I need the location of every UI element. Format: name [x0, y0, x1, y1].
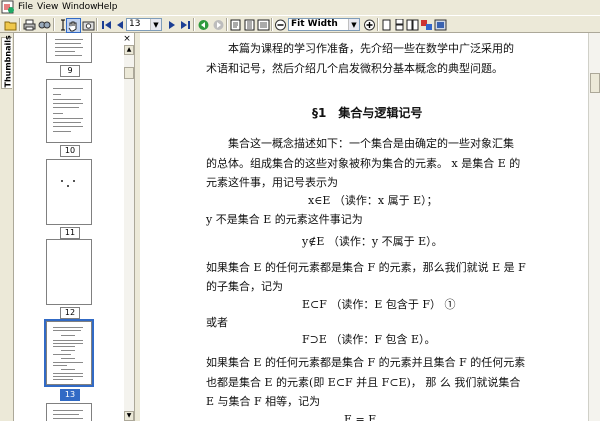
- scroll-up-icon[interactable]: ▲: [124, 45, 134, 55]
- menu-view[interactable]: View: [35, 1, 60, 14]
- paragraph-line: 的总体。组成集合的这些对象被称为集合的元素。 x 是集合 E 的: [206, 157, 521, 170]
- thumbnails-scroll-thumb[interactable]: [124, 67, 134, 79]
- thumbnail-page-10[interactable]: [46, 79, 92, 143]
- continuous-icon[interactable]: [392, 18, 406, 31]
- zoom-select[interactable]: Fit Width ▼: [288, 18, 360, 31]
- thumbnail-page-14[interactable]: [46, 403, 92, 421]
- formula-line: E = F: [344, 413, 376, 421]
- formula-line: F⊃E （读作：F 包含 E）。: [302, 333, 436, 346]
- open-icon[interactable]: [3, 18, 17, 31]
- formula-line: x∈E （读作：x 属于 E）；: [308, 194, 438, 207]
- thumbnails-panel: × 9 10 11 12 13 ▲ ▼: [14, 33, 134, 421]
- side-tab-strip: Thumbnails: [0, 33, 14, 421]
- app-icon: [1, 0, 15, 14]
- scroll-down-icon[interactable]: ▼: [124, 411, 134, 421]
- formula-line: y∉E （读作：y 不属于 E）。: [302, 235, 443, 248]
- paragraph-line: 或者: [206, 316, 228, 329]
- toolbar-separator: [96, 18, 98, 31]
- intro-line-2: 术语和记号，然后介绍几个启发微积分基本概念的典型问题。: [206, 62, 503, 75]
- thumbnail-page-12[interactable]: [46, 239, 92, 305]
- menu-file[interactable]: File: [16, 1, 35, 14]
- thumbnail-label-10: 10: [60, 145, 80, 157]
- paragraph-line: y 不是集合 E 的元素这件事记为: [206, 213, 363, 226]
- menu-window[interactable]: Window: [60, 1, 100, 14]
- hand-tool-icon[interactable]: [66, 18, 81, 33]
- fullscreen-icon[interactable]: [433, 18, 447, 31]
- thumbnail-label-12: 12: [60, 307, 80, 319]
- toolbar-separator: [53, 18, 55, 31]
- rotate-icon[interactable]: [419, 18, 433, 31]
- paragraph-line: 如果集合 E 的任何元素都是集合 F 的元素，那么我们就说 E 是 F: [206, 261, 526, 274]
- document-scrollbar[interactable]: [588, 33, 600, 421]
- next-page-icon[interactable]: [165, 18, 179, 31]
- thumbnail-label-11: 11: [60, 227, 80, 239]
- document-view: 本篇为课程的学习作准备，先介绍一些在数学中广泛采用的 术语和记号，然后介绍几个启…: [140, 33, 588, 421]
- tab-thumbnails-label: Thumbnails: [3, 35, 13, 88]
- toolbar-separator: [193, 18, 195, 31]
- thumbnail-page-11[interactable]: [46, 159, 92, 225]
- thumbnail-label-9: 9: [60, 65, 80, 77]
- snapshot-icon[interactable]: [81, 18, 95, 31]
- thumbnail-page-9[interactable]: [46, 33, 92, 63]
- fit-page-icon[interactable]: [242, 18, 256, 31]
- thumbnail-page-13[interactable]: [46, 321, 92, 385]
- intro-line-1: 本篇为课程的学习作准备，先介绍一些在数学中广泛采用的: [228, 42, 514, 55]
- toolbar: 13 ▼ Fit Width ▼: [0, 15, 600, 33]
- zoom-in-icon[interactable]: [362, 18, 376, 31]
- paragraph-line: 的子集合，记为: [206, 280, 283, 293]
- paragraph-line: 集合这一概念描述如下：一个集合是由确定的一些对象汇集: [228, 137, 514, 150]
- single-page-icon[interactable]: [379, 18, 393, 31]
- thumbnails-scrollbar[interactable]: ▲ ▼: [124, 45, 134, 421]
- last-page-icon[interactable]: [178, 18, 192, 31]
- document-scroll-thumb[interactable]: [590, 73, 600, 93]
- first-page-icon[interactable]: [99, 18, 113, 31]
- find-icon[interactable]: [37, 18, 51, 31]
- paragraph-line: E 与集合 F 相等，记为: [206, 395, 321, 408]
- fit-width-icon[interactable]: [256, 18, 270, 31]
- menu-bar: File View Window Help: [0, 0, 600, 15]
- paragraph-line: 也都是集合 E 的元素(即 E⊂F 并且 F⊂E)， 那 么 我们就说集合: [206, 376, 521, 389]
- close-icon[interactable]: ×: [122, 34, 132, 44]
- zoom-dropdown-arrow[interactable]: ▼: [348, 19, 359, 30]
- paragraph-line: 如果集合 E 的任何元素都是集合 F 的元素并且集合 F 的任何元素: [206, 356, 526, 369]
- page-number-dropdown-arrow[interactable]: ▼: [150, 19, 161, 30]
- toolbar-separator: [19, 18, 21, 31]
- formula-line: E⊂F （读作：E 包含于 F） ①: [302, 298, 456, 311]
- tab-thumbnails[interactable]: Thumbnails: [1, 35, 13, 89]
- facing-pages-icon[interactable]: [405, 18, 419, 31]
- paragraph-line: 元素这件事，用记号表示为: [206, 176, 338, 189]
- menu-help[interactable]: Help: [95, 1, 120, 14]
- previous-page-icon[interactable]: [112, 18, 126, 31]
- zoom-out-icon[interactable]: [273, 18, 287, 31]
- actual-size-icon[interactable]: [228, 18, 242, 31]
- go-forward-icon[interactable]: [211, 18, 225, 31]
- thumbnail-label-13: 13: [60, 389, 80, 401]
- page-number-input[interactable]: 13 ▼: [126, 18, 162, 31]
- print-icon[interactable]: [22, 18, 36, 31]
- go-back-icon[interactable]: [196, 18, 210, 31]
- section-title: §1 集合与逻辑记号: [312, 106, 423, 120]
